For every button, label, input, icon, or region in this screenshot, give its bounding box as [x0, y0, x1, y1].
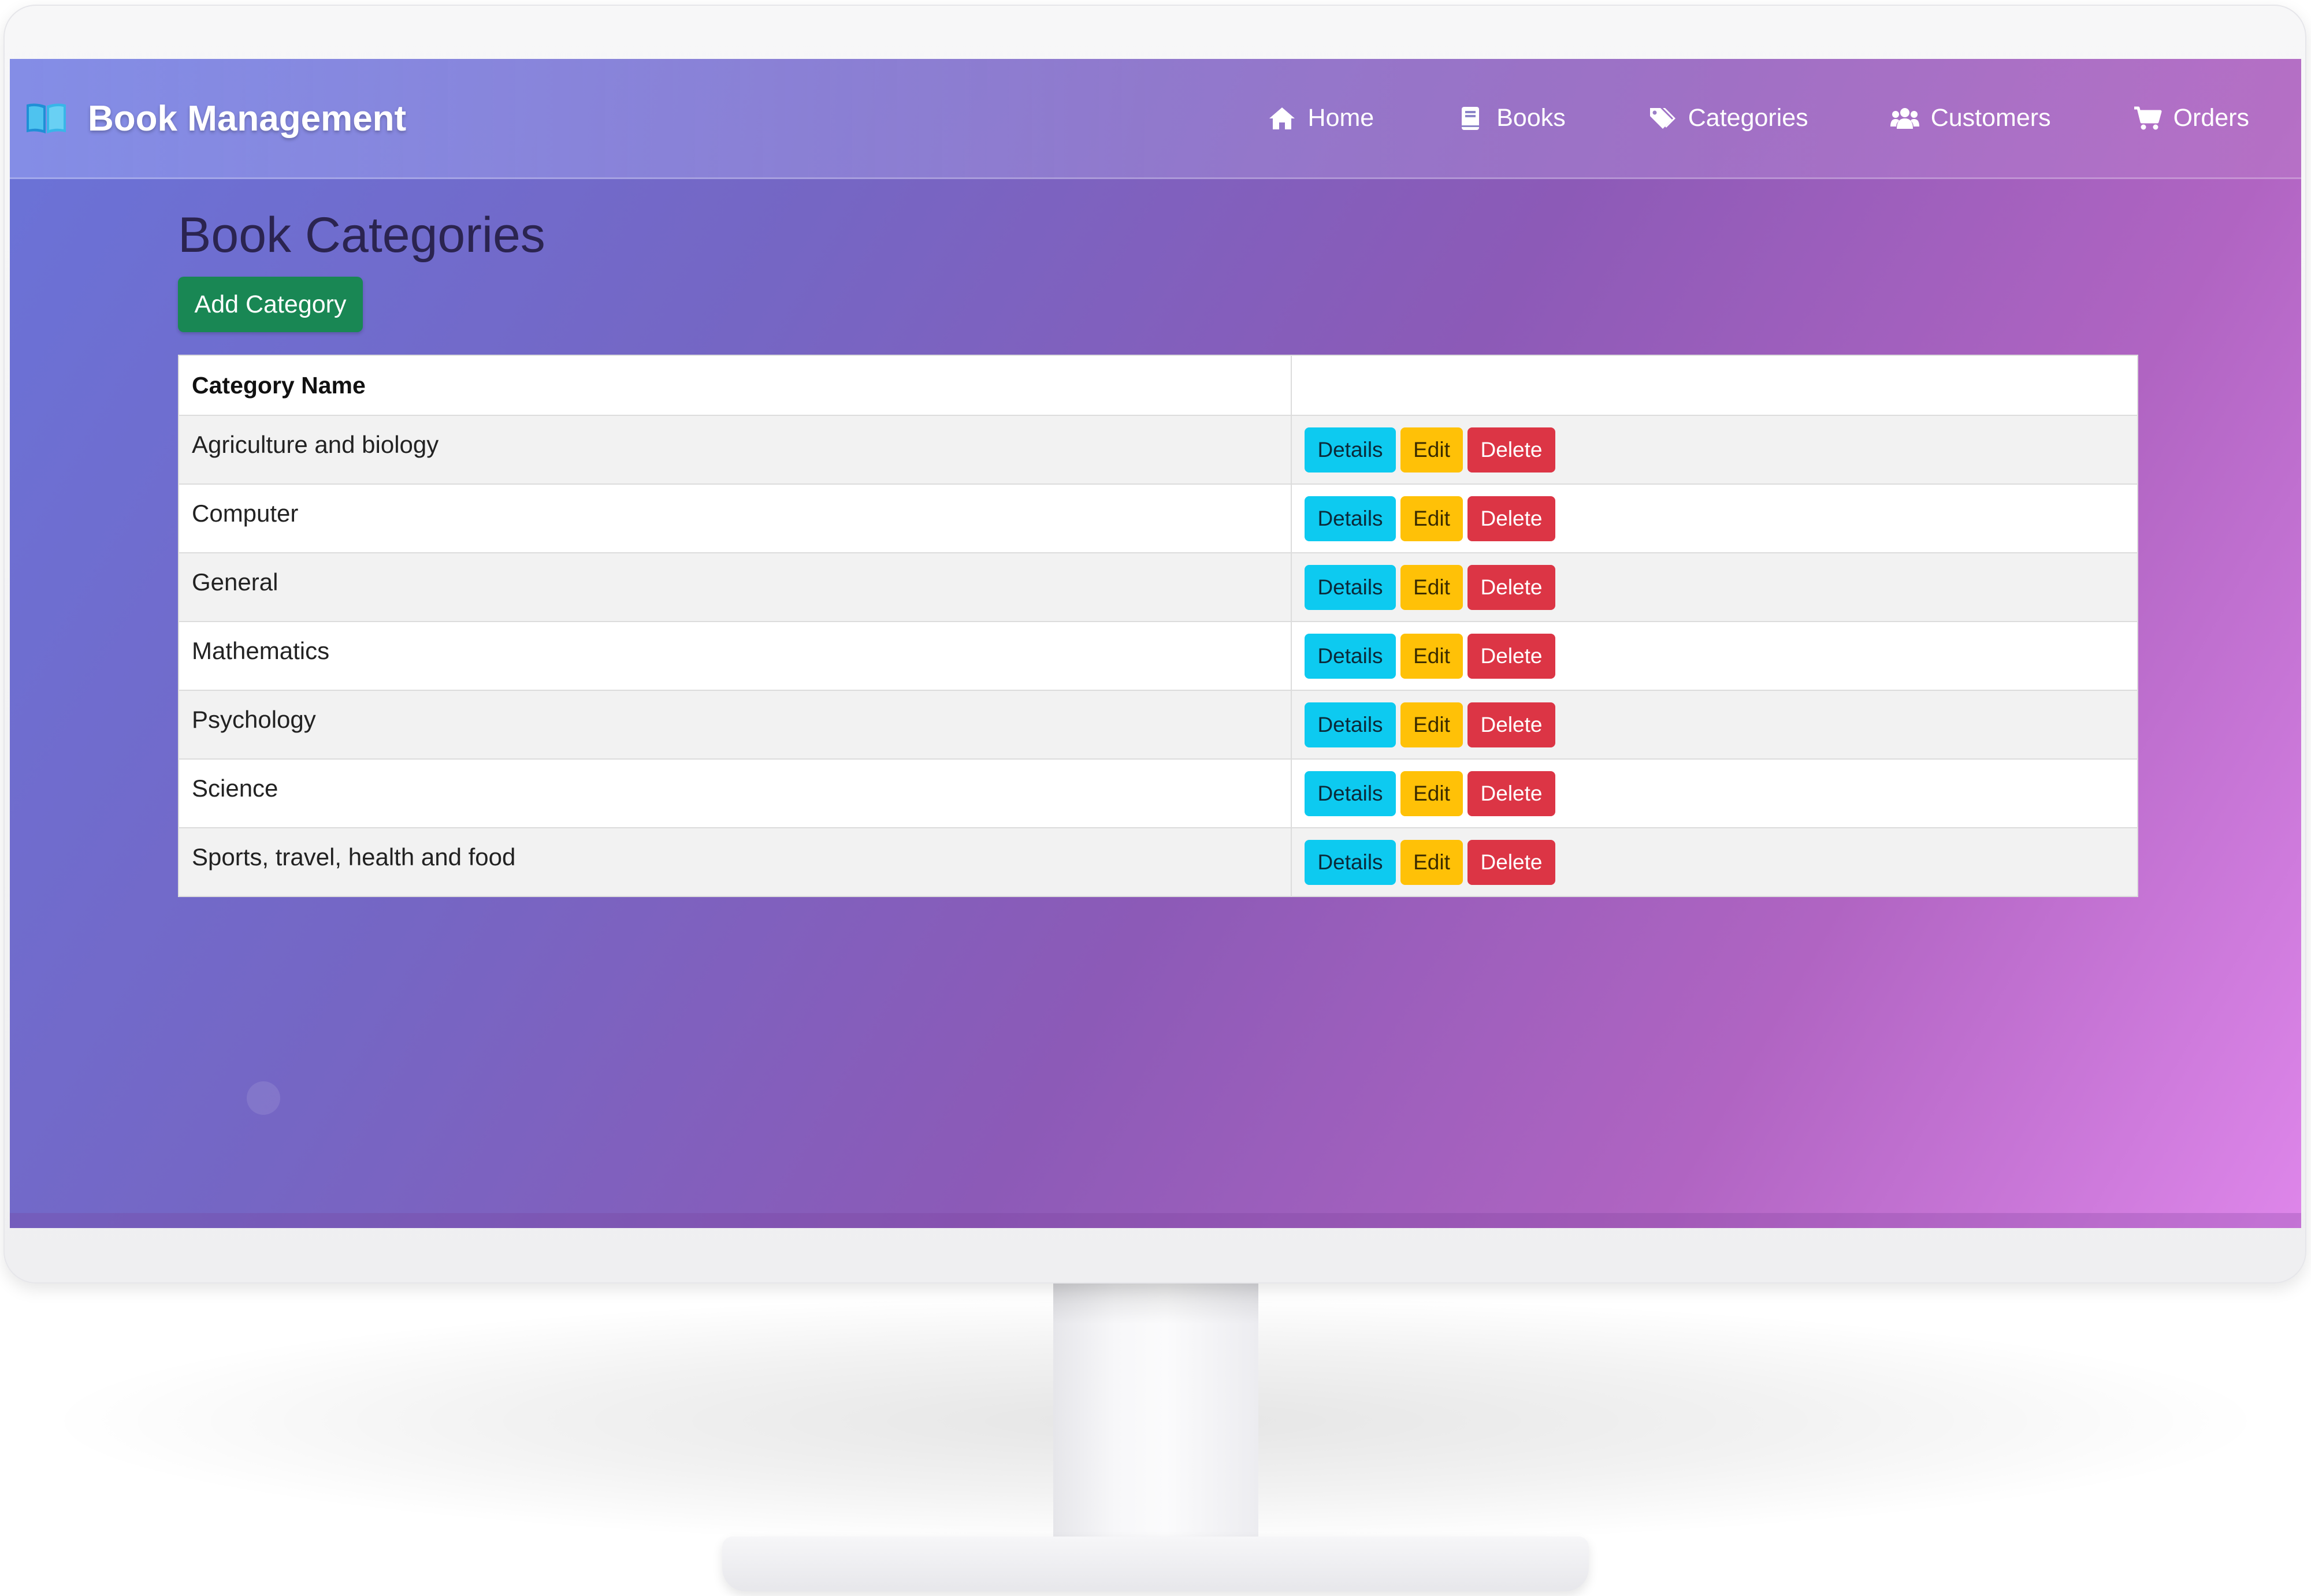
decorative-circle — [247, 1081, 280, 1115]
category-name-cell: Psychology — [178, 690, 1292, 760]
column-header-category-name: Category Name — [178, 355, 1292, 416]
nav-item-label: Home — [1307, 104, 1374, 132]
details-button[interactable]: Details — [1305, 496, 1396, 541]
edit-button[interactable]: Edit — [1400, 564, 1463, 610]
actions-cell: Details Edit Delete — [1291, 483, 2138, 553]
details-button[interactable]: Details — [1305, 702, 1396, 747]
actions-cell: Details Edit Delete — [1291, 621, 2138, 691]
table-row: Psychology Details Edit Delete — [178, 690, 2138, 760]
delete-button[interactable]: Delete — [1467, 702, 1555, 747]
book-icon — [1462, 106, 1480, 130]
page-title: Book Categories — [178, 207, 545, 263]
table-row: Agriculture and biology Details Edit Delete — [178, 415, 2138, 485]
brand[interactable]: Book Management — [25, 91, 406, 146]
main-content: Book Categories Add Category Category Na… — [178, 203, 2139, 897]
brand-title: Book Management — [88, 98, 407, 139]
delete-button[interactable]: Delete — [1467, 496, 1555, 541]
category-name-cell: Science — [178, 758, 1292, 828]
nav-item-home[interactable]: Home — [1268, 104, 1374, 132]
details-button[interactable]: Details — [1305, 839, 1396, 885]
edit-button[interactable]: Edit — [1400, 771, 1463, 816]
nav-item-label: Orders — [2173, 104, 2249, 132]
table-header-row: Category Name — [178, 355, 2138, 416]
nav-item-label: Books — [1496, 104, 1566, 132]
tags-icon — [1649, 107, 1675, 129]
actions-cell: Details Edit Delete — [1291, 690, 2138, 760]
details-button[interactable]: Details — [1305, 633, 1396, 679]
table-row: General Details Edit Delete — [178, 552, 2138, 622]
details-button[interactable]: Details — [1305, 771, 1396, 816]
details-button[interactable]: Details — [1305, 564, 1396, 610]
column-header-actions — [1291, 355, 2138, 416]
open-book-icon — [27, 103, 66, 133]
nav-item-books[interactable]: Books — [1456, 104, 1566, 132]
details-button[interactable]: Details — [1305, 427, 1396, 473]
actions-cell: Details Edit Delete — [1291, 552, 2138, 622]
actions-cell: Details Edit Delete — [1291, 827, 2138, 897]
table-row: Science Details Edit Delete — [178, 758, 2138, 828]
category-name-cell: Computer — [178, 483, 1292, 553]
table-body: Agriculture and biology Details Edit Delete… — [178, 415, 2138, 897]
monitor-stand-base — [722, 1537, 1589, 1591]
nav-item-label: Customers — [1930, 104, 2051, 132]
delete-button[interactable]: Delete — [1467, 564, 1555, 610]
table-row: Computer Details Edit Delete — [178, 483, 2138, 553]
delete-button[interactable]: Delete — [1467, 771, 1555, 816]
category-name-cell: Sports, travel, health and food — [178, 827, 1292, 897]
edit-button[interactable]: Edit — [1400, 702, 1463, 747]
category-name-cell: Agriculture and biology — [178, 415, 1292, 485]
category-name-cell: Mathematics — [178, 621, 1292, 691]
navbar: Book Management Home Books Categories Cu… — [10, 59, 2301, 179]
cart-icon — [2134, 106, 2162, 129]
category-name-cell: General — [178, 552, 1292, 622]
add-category-button[interactable]: Add Category — [178, 277, 363, 332]
delete-button[interactable]: Delete — [1467, 839, 1555, 885]
table-row: Sports, travel, health and food Details Ed… — [178, 827, 2138, 897]
edit-button[interactable]: Edit — [1400, 839, 1463, 885]
edit-button[interactable]: Edit — [1400, 496, 1463, 541]
main-nav: Home Books Categories Customers Orders — [1268, 59, 2249, 177]
nav-item-categories[interactable]: Categories — [1648, 104, 1808, 132]
delete-button[interactable]: Delete — [1467, 633, 1555, 679]
delete-button[interactable]: Delete — [1467, 427, 1555, 473]
home-icon — [1269, 107, 1295, 129]
monitor-stand-neck — [1053, 1284, 1258, 1561]
nav-item-customers[interactable]: Customers — [1890, 104, 2051, 132]
nav-item-label: Categories — [1688, 104, 1808, 132]
actions-cell: Details Edit Delete — [1291, 415, 2138, 485]
edit-button[interactable]: Edit — [1400, 427, 1463, 473]
categories-table: Category Name Agriculture and biology Det… — [178, 355, 2138, 897]
users-icon — [1890, 107, 1919, 129]
screen: Book Management Home Books Categories Cu… — [10, 59, 2301, 1228]
nav-item-orders[interactable]: Orders — [2133, 104, 2249, 132]
actions-cell: Details Edit Delete — [1291, 758, 2138, 828]
table-row: Mathematics Details Edit Delete — [178, 621, 2138, 691]
edit-button[interactable]: Edit — [1400, 633, 1463, 679]
